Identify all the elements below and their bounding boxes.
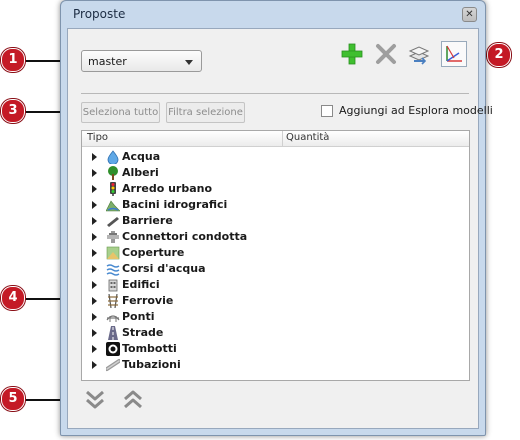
merge-proposal-button[interactable] <box>406 41 432 67</box>
column-separator[interactable] <box>282 131 283 146</box>
tree-row-label: Edifici <box>122 278 160 291</box>
column-header-type[interactable]: Tipo <box>87 132 108 143</box>
axes-button[interactable] <box>441 41 467 67</box>
waves-icon <box>106 264 120 276</box>
callout-badge-1: 1 <box>1 48 25 72</box>
bridge-icon <box>106 315 120 322</box>
callout-badge-4: 4 <box>1 286 25 310</box>
tree-row[interactable]: Ponti <box>82 309 462 325</box>
tree-row[interactable]: Tombotti <box>82 341 462 357</box>
plus-icon <box>341 43 363 65</box>
title-bar[interactable]: Proposte ✕ <box>61 1 485 31</box>
tree-row[interactable]: Connettori condotta <box>82 229 462 245</box>
barrier-icon <box>107 217 119 227</box>
tree-row[interactable]: Ferrovie <box>82 293 462 309</box>
expand-arrow-icon[interactable] <box>92 233 97 241</box>
road-icon <box>108 326 118 340</box>
tree-row[interactable]: Bacini idrografici <box>82 197 462 213</box>
tree-row-label: Ponti <box>122 310 155 323</box>
callout-badge-3: 3 <box>1 99 25 123</box>
coverage-icon <box>106 246 120 260</box>
window-content: master Seleziona tutto Filtra selezione … <box>67 28 493 429</box>
branch-select[interactable]: master <box>81 50 202 72</box>
tree-row[interactable]: Barriere <box>82 213 462 229</box>
expand-all-button[interactable] <box>82 387 108 413</box>
callout-badge-2: 2 <box>487 43 511 67</box>
expand-arrow-icon[interactable] <box>92 313 97 321</box>
expand-arrow-icon[interactable] <box>92 217 97 225</box>
delete-icon <box>376 44 396 64</box>
expand-arrow-icon[interactable] <box>92 169 97 177</box>
add-to-explorer-checkbox[interactable] <box>321 105 333 117</box>
tree-row-label: Bacini idrografici <box>122 198 228 211</box>
expand-arrow-icon[interactable] <box>92 185 97 193</box>
pipe-connector-icon <box>107 231 119 243</box>
add-proposal-button[interactable] <box>339 41 365 67</box>
double-chevron-up-icon <box>124 390 142 409</box>
traffic-light-icon <box>110 182 116 196</box>
delete-proposal-button[interactable] <box>373 41 399 67</box>
expand-arrow-icon[interactable] <box>92 153 97 161</box>
proposals-window: Proposte ✕ master Seleziona tutto Filtra… <box>60 0 493 436</box>
tree-row[interactable]: Arredo urbano <box>82 181 462 197</box>
tree-row-label: Ferrovie <box>122 294 174 307</box>
expand-arrow-icon[interactable] <box>92 297 97 305</box>
railway-icon <box>108 294 118 308</box>
tree-row-label: Corsi d'acqua <box>122 262 206 275</box>
expand-arrow-icon[interactable] <box>92 281 97 289</box>
filter-selection-button[interactable]: Filtra selezione <box>166 102 245 123</box>
expand-arrow-icon[interactable] <box>92 329 97 337</box>
branch-select-value: master <box>88 55 127 68</box>
tree-row-label: Tombotti <box>122 342 177 355</box>
add-to-explorer-label: Aggiungi ad Esplora modelli <box>339 104 493 117</box>
tree-row-label: Connettori condotta <box>122 230 248 243</box>
tree-icon <box>108 166 118 180</box>
axes-icon <box>446 45 462 62</box>
expand-arrow-icon[interactable] <box>92 201 97 209</box>
window-title: Proposte <box>73 7 126 21</box>
double-chevron-down-icon <box>86 390 104 409</box>
expand-arrow-icon[interactable] <box>92 361 97 369</box>
layers-icon <box>408 46 430 65</box>
chevron-down-icon <box>185 60 193 65</box>
tree-row-label: Coperture <box>122 246 185 259</box>
expand-arrow-icon[interactable] <box>92 265 97 273</box>
tree-row[interactable]: Alberi <box>82 165 462 181</box>
tree-row-label: Strade <box>122 326 164 339</box>
expand-arrow-icon[interactable] <box>92 345 97 353</box>
basin-icon <box>106 200 120 212</box>
tree-row[interactable]: Corsi d'acqua <box>82 261 462 277</box>
tree-row[interactable]: Coperture <box>82 245 462 261</box>
tree-row[interactable]: Edifici <box>82 277 462 293</box>
close-icon: ✕ <box>465 9 474 20</box>
callout-badge-5: 5 <box>1 387 25 411</box>
select-all-button[interactable]: Seleziona tutto <box>81 102 160 123</box>
separator <box>81 93 469 94</box>
pipe-icon <box>106 359 120 371</box>
culvert-icon <box>106 342 120 356</box>
column-header-quantity[interactable]: Quantità <box>286 132 329 143</box>
tree-header: Tipo Quantità <box>82 131 469 147</box>
expand-arrow-icon[interactable] <box>92 249 97 257</box>
water-drop-icon <box>107 150 119 164</box>
tree-row[interactable]: Acqua <box>82 149 462 165</box>
tree-row[interactable]: Tubazioni <box>82 357 462 373</box>
tree-row[interactable]: Strade <box>82 325 462 341</box>
tree-row-label: Alberi <box>122 166 159 179</box>
tree-row-label: Arredo urbano <box>122 182 213 195</box>
collapse-all-button[interactable] <box>120 387 146 413</box>
close-button[interactable]: ✕ <box>462 7 477 22</box>
tree-row-label: Tubazioni <box>122 358 181 371</box>
tree-row-label: Acqua <box>122 150 161 163</box>
feature-tree[interactable]: Tipo Quantità Acqua Alberi Arredo urbano <box>81 130 470 381</box>
tree-row-label: Barriere <box>122 214 173 227</box>
building-icon <box>108 279 118 292</box>
